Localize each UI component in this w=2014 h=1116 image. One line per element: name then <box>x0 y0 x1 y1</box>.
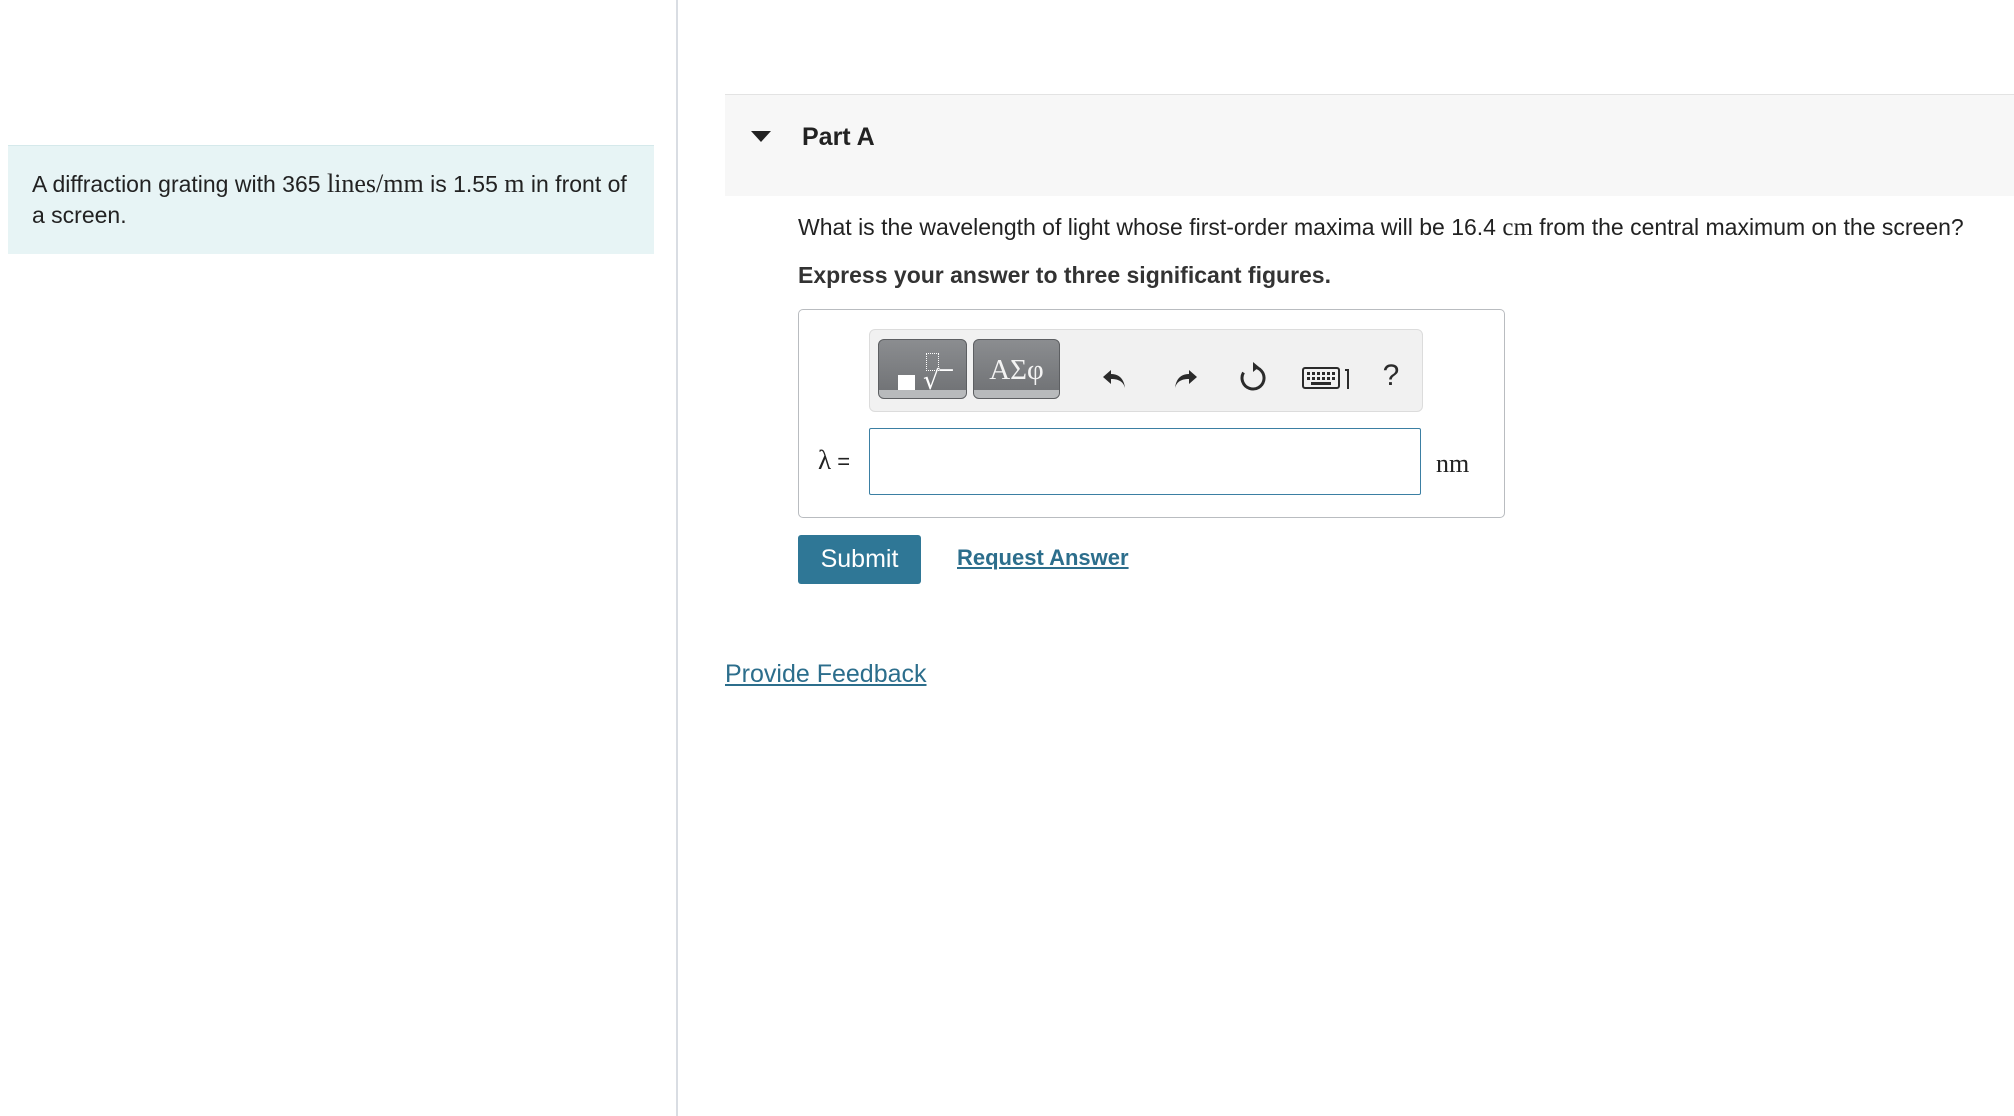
provide-feedback-link[interactable]: Provide Feedback <box>725 660 927 689</box>
collapse-caret-icon[interactable] <box>751 131 771 142</box>
problem-text-2: is 1.55 <box>423 171 505 197</box>
part-title: Part A <box>802 123 875 151</box>
keyboard-icon[interactable] <box>1302 360 1354 396</box>
templates-button[interactable]: √‾ <box>878 339 967 399</box>
greek-symbols-button[interactable]: ΑΣφ <box>973 339 1060 399</box>
page: A diffraction grating with 365 lines/mm … <box>0 0 2014 1116</box>
question-unit-cm: cm <box>1502 214 1533 241</box>
answer-unit: nm <box>1436 449 1470 478</box>
answer-input[interactable] <box>869 428 1421 495</box>
answer-instruction: Express your answer to three significant… <box>798 262 1331 288</box>
lambda-symbol: λ <box>818 445 832 475</box>
redo-icon[interactable] <box>1168 360 1204 396</box>
button-bottom-bar <box>879 390 966 398</box>
part-a-header[interactable]: Part A <box>725 94 2014 196</box>
greek-symbols-label: ΑΣφ <box>989 354 1044 386</box>
question-text: What is the wavelength of light whose fi… <box>798 214 1964 242</box>
problem-unit-lines-per-mm: lines/mm <box>326 169 424 198</box>
question-text-2: from the central maximum on the screen? <box>1532 214 1964 240</box>
math-toolbar: √‾ ΑΣφ ? <box>869 329 1423 412</box>
question-text-1: What is the wavelength of light whose fi… <box>798 214 1503 240</box>
submit-button[interactable]: Submit <box>798 535 921 584</box>
answer-box: √‾ ΑΣφ ? λ = nm <box>798 309 1505 518</box>
help-icon[interactable]: ? <box>1373 358 1409 394</box>
problem-unit-m: m <box>504 169 525 198</box>
equals-sign: = <box>831 449 851 474</box>
undo-icon[interactable] <box>1096 360 1132 396</box>
reset-icon[interactable] <box>1235 360 1271 396</box>
answer-variable-label: λ = <box>818 445 850 476</box>
button-bottom-bar <box>974 390 1059 398</box>
problem-text-1: A diffraction grating with 365 <box>32 171 327 197</box>
problem-column: A diffraction grating with 365 lines/mm … <box>0 0 678 1116</box>
problem-statement: A diffraction grating with 365 lines/mm … <box>8 145 654 254</box>
request-answer-link[interactable]: Request Answer <box>957 545 1129 571</box>
